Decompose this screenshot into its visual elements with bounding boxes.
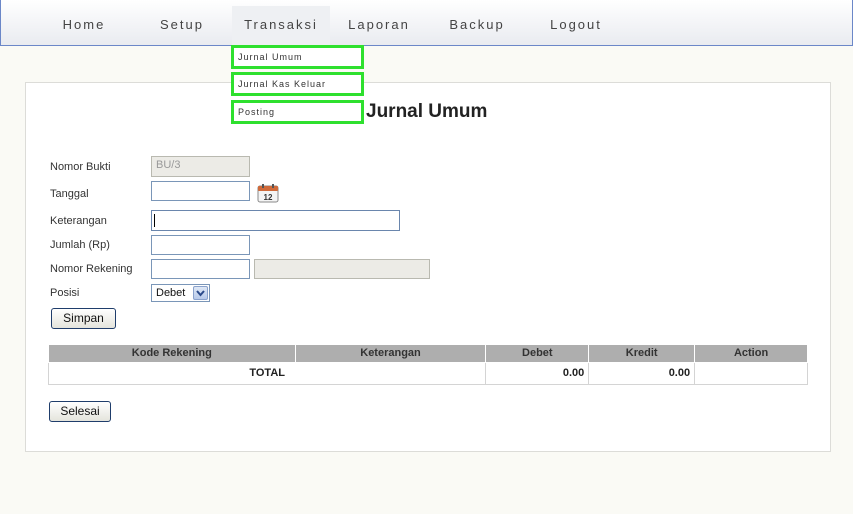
nav-home[interactable]: Home: [45, 6, 123, 46]
page-title: Jurnal Umum: [366, 101, 488, 122]
selesai-button[interactable]: Selesai: [49, 401, 111, 422]
table-total-row: TOTAL 0.00 0.00: [47, 361, 808, 385]
tanggal-field[interactable]: [151, 181, 250, 201]
calendar-icon-number: 12: [264, 193, 273, 202]
nomor-bukti-field[interactable]: BU/3: [151, 156, 250, 177]
header-debet: Debet: [485, 345, 590, 363]
header-kredit: Kredit: [588, 345, 696, 363]
nomor-bukti-label: Nomor Bukti: [50, 161, 111, 173]
total-debet: 0.00: [485, 361, 590, 385]
tanggal-label: Tanggal: [50, 188, 89, 200]
jumlah-field[interactable]: [151, 235, 250, 255]
header-kode-rekening: Kode Rekening: [48, 345, 296, 363]
total-kredit: 0.00: [588, 361, 696, 385]
dropdown-jurnal-umum[interactable]: Jurnal Umum: [231, 45, 364, 69]
nomor-rekening-label: Nomor Rekening: [50, 263, 133, 275]
jumlah-label: Jumlah (Rp): [50, 239, 110, 251]
nav-backup[interactable]: Backup: [438, 6, 516, 46]
text-caret: [154, 214, 155, 227]
header-keterangan: Keterangan: [294, 345, 487, 363]
dropdown-posting[interactable]: Posting: [231, 100, 364, 124]
dropdown-jurnal-kas-keluar[interactable]: Jurnal Kas Keluar: [231, 72, 364, 96]
nav-transaksi[interactable]: Transaksi: [232, 6, 330, 46]
nama-rekening-field: [254, 259, 430, 279]
table-header-row: Kode Rekening Keterangan Debet Kredit Ac…: [48, 345, 808, 363]
total-label: TOTAL: [47, 361, 487, 385]
header-action: Action: [694, 345, 808, 363]
posisi-select[interactable]: Debet: [151, 284, 210, 302]
calendar-icon[interactable]: 12: [256, 183, 280, 203]
chevron-down-icon[interactable]: [193, 286, 208, 300]
simpan-button[interactable]: Simpan: [51, 308, 116, 329]
nomor-rekening-field[interactable]: [151, 259, 250, 279]
posisi-label: Posisi: [50, 287, 80, 299]
nav-logout[interactable]: Logout: [537, 6, 615, 46]
keterangan-field[interactable]: [151, 210, 400, 231]
keterangan-label: Keterangan: [50, 215, 107, 227]
total-action: [694, 361, 808, 385]
top-navigation-bar: Home Setup Transaksi Laporan Backup Logo…: [0, 0, 853, 46]
posisi-selected-value: Debet: [156, 287, 186, 299]
nav-setup[interactable]: Setup: [143, 6, 221, 46]
journal-table: Kode Rekening Keterangan Debet Kredit Ac…: [47, 345, 808, 385]
nav-laporan[interactable]: Laporan: [340, 6, 418, 46]
